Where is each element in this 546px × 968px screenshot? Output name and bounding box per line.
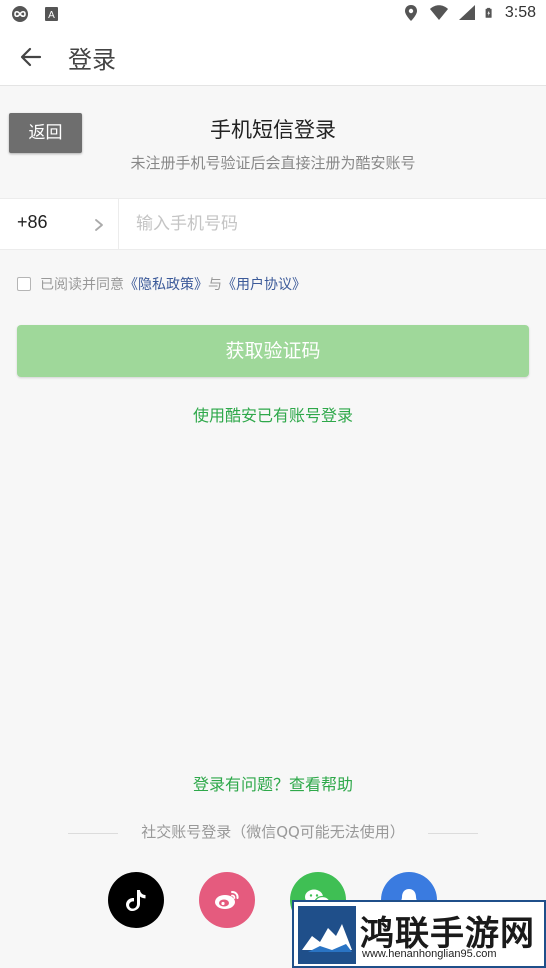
agreement-row: 已阅读并同意 《隐私政策》 与 《用户协议》 [17, 274, 306, 294]
battery-charging-icon [485, 7, 492, 18]
watermark: 鸿联手游网 www.henanhonglian95.com [292, 900, 546, 968]
help-link[interactable]: 登录有问题？查看帮助 [0, 771, 546, 795]
phone-row: +86 [0, 198, 546, 250]
login-title: 手机短信登录 [210, 118, 336, 142]
svg-text:A: A [48, 10, 55, 21]
watermark-url: www.henanhonglian95.com [362, 948, 497, 960]
agreement-and: 与 [208, 277, 222, 293]
wifi-icon [429, 5, 448, 20]
divider [118, 199, 119, 249]
watermark-logo [298, 906, 356, 964]
user-agreement-link[interactable]: 《用户协议》 [222, 274, 306, 294]
signal-icon [458, 5, 475, 20]
coolapk-account-login-link[interactable]: 使用酷安已有账号登录 [0, 402, 546, 426]
status-left: A [10, 5, 62, 23]
infinity-app-icon [12, 6, 28, 22]
status-right: 3:58 [401, 4, 536, 22]
toolbar: 登录 [0, 28, 546, 86]
get-code-button[interactable]: 获取验证码 [17, 325, 529, 377]
tiktok-icon [126, 890, 146, 912]
agreement-checkbox[interactable] [17, 277, 31, 291]
page-title: 登录 [68, 46, 116, 74]
location-icon [404, 5, 417, 21]
status-time: 3:58 [504, 4, 536, 21]
country-code-selector[interactable]: +86 [17, 212, 48, 233]
chevron-right-icon[interactable] [92, 216, 106, 234]
weibo-login-button[interactable] [199, 872, 255, 928]
status-bar: A 3:58 [0, 0, 546, 28]
tiktok-login-button[interactable] [108, 872, 164, 928]
weibo-icon [215, 891, 239, 909]
login-subtitle: 未注册手机号验证后会直接注册为酷安账号 [130, 154, 416, 172]
privacy-policy-link[interactable]: 《隐私政策》 [124, 274, 208, 294]
agreement-prefix: 已阅读并同意 [40, 277, 124, 293]
social-login-label: 社交账号登录（微信QQ可能无法使用） [141, 823, 405, 841]
arrow-left-icon[interactable] [18, 44, 44, 70]
phone-input[interactable] [122, 205, 532, 243]
accessibility-a-icon: A [45, 7, 58, 21]
